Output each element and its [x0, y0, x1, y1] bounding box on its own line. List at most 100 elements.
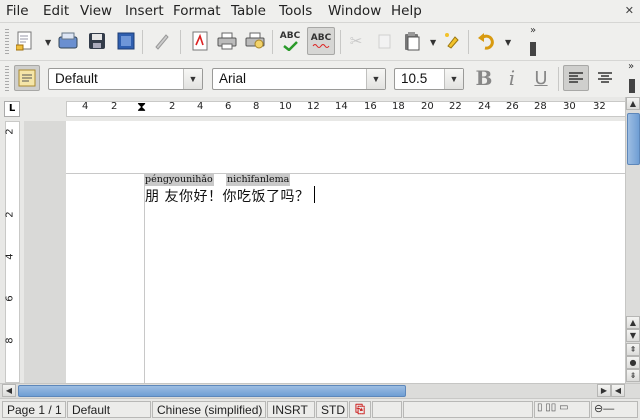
document-text[interactable]: 朋 友你好！你吃饭了吗？: [145, 186, 309, 206]
selection-mode-indicator[interactable]: STD: [316, 401, 348, 418]
cut-icon[interactable]: ✂: [345, 30, 367, 52]
document-page[interactable]: [66, 121, 625, 383]
vertical-ruler[interactable]: 2 2 4 6 8: [0, 121, 24, 383]
align-left-button[interactable]: [563, 65, 589, 91]
chevron-down-icon[interactable]: ▼: [366, 69, 385, 89]
menu-window[interactable]: Window: [328, 3, 381, 19]
ruler-number: 18: [392, 101, 405, 112]
status-bar: Page 1 / 1 Default Chinese (simplified) …: [0, 398, 640, 420]
edit-mode-icon[interactable]: [151, 30, 173, 52]
scroll-thumb[interactable]: [18, 385, 406, 397]
clone-format-icon[interactable]: [442, 30, 464, 52]
export-pdf-icon[interactable]: [189, 30, 211, 52]
ruler-number: 6: [225, 101, 232, 112]
ruler-number: 2: [4, 211, 16, 218]
insert-mode-indicator[interactable]: INSRT: [267, 401, 315, 418]
menu-help[interactable]: Help: [391, 3, 422, 19]
menu-tools[interactable]: Tools: [279, 3, 312, 19]
chevron-down-icon[interactable]: ▼: [444, 69, 463, 89]
navigator-icon[interactable]: ●: [626, 356, 640, 369]
toolbar-grip[interactable]: [5, 29, 9, 55]
underline-button[interactable]: U: [530, 67, 552, 89]
menu-edit[interactable]: Edit: [43, 3, 69, 19]
font-size-value: 10.5: [401, 71, 428, 86]
ruler-number: 28: [534, 101, 547, 112]
menu-insert[interactable]: Insert: [125, 3, 164, 19]
email-document-icon[interactable]: [57, 30, 79, 52]
paragraph-style-select[interactable]: Default ▼: [48, 68, 203, 90]
close-document-icon[interactable]: ✕: [625, 4, 634, 17]
ruler-number: 14: [335, 101, 348, 112]
print-icon[interactable]: [216, 30, 238, 52]
ruby-text: nichīfanlema: [226, 174, 291, 186]
ruler-number: 4: [4, 253, 16, 260]
vertical-scrollbar[interactable]: ▲ ▲ ▼ ⇞ ● ⇟: [625, 97, 640, 383]
scroll-down-icon[interactable]: ▼: [626, 329, 640, 342]
save-icon[interactable]: [86, 30, 108, 52]
document-modified-icon[interactable]: ⎘: [349, 401, 371, 418]
formatting-toolbar: Default ▼ Arial ▼ 10.5 ▼ B i U »: [0, 60, 640, 98]
ruler-number: 2: [111, 101, 118, 112]
ruby-text: péngyounihǎo: [144, 174, 214, 186]
scroll-up-icon[interactable]: ▲: [626, 316, 640, 329]
align-center-button[interactable]: [594, 67, 616, 89]
view-layout-icons[interactable]: ▯ ▯▯ ▭: [534, 401, 590, 418]
scroll-left-icon[interactable]: ◀: [611, 384, 625, 397]
scroll-up-icon[interactable]: ▲: [626, 97, 640, 110]
bold-button[interactable]: B: [473, 66, 495, 90]
new-document-icon[interactable]: [14, 30, 36, 52]
paste-dropdown-arrow[interactable]: ▼: [430, 38, 436, 47]
ruler-strip: [5, 121, 20, 383]
ruler-number: 12: [307, 101, 320, 112]
ruler-number: 8: [4, 337, 16, 344]
paragraph-style-value: Default: [55, 71, 98, 86]
indent-marker-icon[interactable]: ⧗: [137, 100, 146, 115]
chevron-down-icon[interactable]: ▼: [183, 69, 202, 89]
ruler-number: 20: [421, 101, 434, 112]
print-preview-icon[interactable]: [244, 30, 266, 52]
toolbar-handle[interactable]: [530, 42, 536, 56]
previous-page-icon[interactable]: ⇞: [626, 343, 640, 356]
standard-toolbar: ▼ ABC ABC ✂ ▼ ▼ »: [0, 22, 640, 61]
menu-file[interactable]: File: [6, 3, 29, 19]
scroll-right-icon[interactable]: ▶: [597, 384, 611, 397]
page-indicator[interactable]: Page 1 / 1: [2, 401, 66, 418]
undo-dropdown-arrow[interactable]: ▼: [505, 38, 511, 47]
horizontal-ruler[interactable]: L 4 2 ⧗ 2 4 6 8 10 12 14 16 18 20 22 24 …: [0, 97, 640, 121]
scroll-thumb[interactable]: [627, 113, 640, 165]
ruler-number: 8: [253, 101, 260, 112]
copy-icon[interactable]: [372, 30, 394, 52]
undo-icon[interactable]: [476, 30, 498, 52]
toolbar-grip[interactable]: [5, 66, 9, 92]
toolbar-handle[interactable]: [629, 79, 635, 93]
ruler-number: 24: [478, 101, 491, 112]
italic-button[interactable]: i: [501, 66, 523, 90]
menu-format[interactable]: Format: [173, 3, 221, 19]
next-page-icon[interactable]: ⇟: [626, 369, 640, 382]
page-style-indicator[interactable]: Default: [67, 401, 151, 418]
toolbar-overflow-icon[interactable]: »: [628, 61, 634, 72]
menu-bar: File Edit View Insert Format Table Tools…: [0, 0, 640, 22]
font-name-select[interactable]: Arial ▼: [212, 68, 386, 90]
font-size-select[interactable]: 10.5 ▼: [394, 68, 464, 90]
new-dropdown-arrow[interactable]: ▼: [45, 38, 51, 47]
zoom-slider[interactable]: ⊖—: [591, 401, 638, 418]
toolbar-overflow-icon[interactable]: »: [530, 25, 536, 36]
ruler-number: 32: [593, 101, 606, 112]
language-indicator[interactable]: Chinese (simplified): [152, 401, 266, 418]
font-name-value: Arial: [219, 71, 247, 86]
edit-file-icon[interactable]: [115, 30, 137, 52]
tab-stop-selector[interactable]: L: [4, 101, 20, 117]
signature-indicator[interactable]: [372, 401, 402, 418]
menu-view[interactable]: View: [80, 3, 112, 19]
horizontal-scrollbar[interactable]: ◀ ▶ ◀: [0, 383, 640, 398]
spellcheck-icon[interactable]: ABC: [279, 30, 301, 52]
paste-icon[interactable]: [401, 30, 423, 52]
autospellcheck-icon[interactable]: ABC: [307, 27, 335, 55]
menu-table[interactable]: Table: [231, 3, 266, 19]
ruler-number: 22: [449, 101, 462, 112]
styles-formatting-icon[interactable]: [14, 65, 40, 91]
scroll-left-icon[interactable]: ◀: [2, 384, 16, 397]
ruler-number: 30: [563, 101, 576, 112]
ruler-number: 2: [169, 101, 176, 112]
